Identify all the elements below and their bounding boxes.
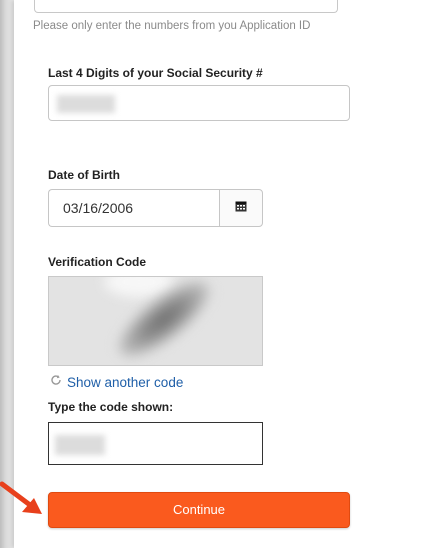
ssn-value-redacted: [57, 95, 115, 113]
calendar-icon: [235, 199, 247, 217]
application-id-hint: Please only enter the numbers from you A…: [33, 20, 311, 32]
dob-input[interactable]: 03/16/2006: [48, 189, 219, 227]
verification-code-label: Verification Code: [48, 255, 147, 269]
show-another-code-link[interactable]: Show another code: [50, 373, 183, 391]
background-edge: [0, 0, 14, 548]
captcha-image: [48, 276, 263, 366]
code-label: Type the code shown:: [48, 400, 174, 414]
ssn-input[interactable]: [48, 85, 350, 121]
code-input[interactable]: [48, 422, 263, 465]
dob-label: Date of Birth: [48, 168, 120, 182]
calendar-button[interactable]: [219, 189, 263, 227]
continue-button[interactable]: Continue: [48, 492, 350, 528]
ssn-label: Last 4 Digits of your Social Security #: [48, 66, 263, 80]
refresh-icon: [50, 373, 62, 391]
show-another-code-text: Show another code: [67, 374, 184, 390]
arrow-annotation-icon: [0, 481, 42, 514]
verification-form: [14, 0, 441, 548]
code-value-redacted: [55, 435, 105, 455]
application-id-input[interactable]: [34, 0, 338, 13]
